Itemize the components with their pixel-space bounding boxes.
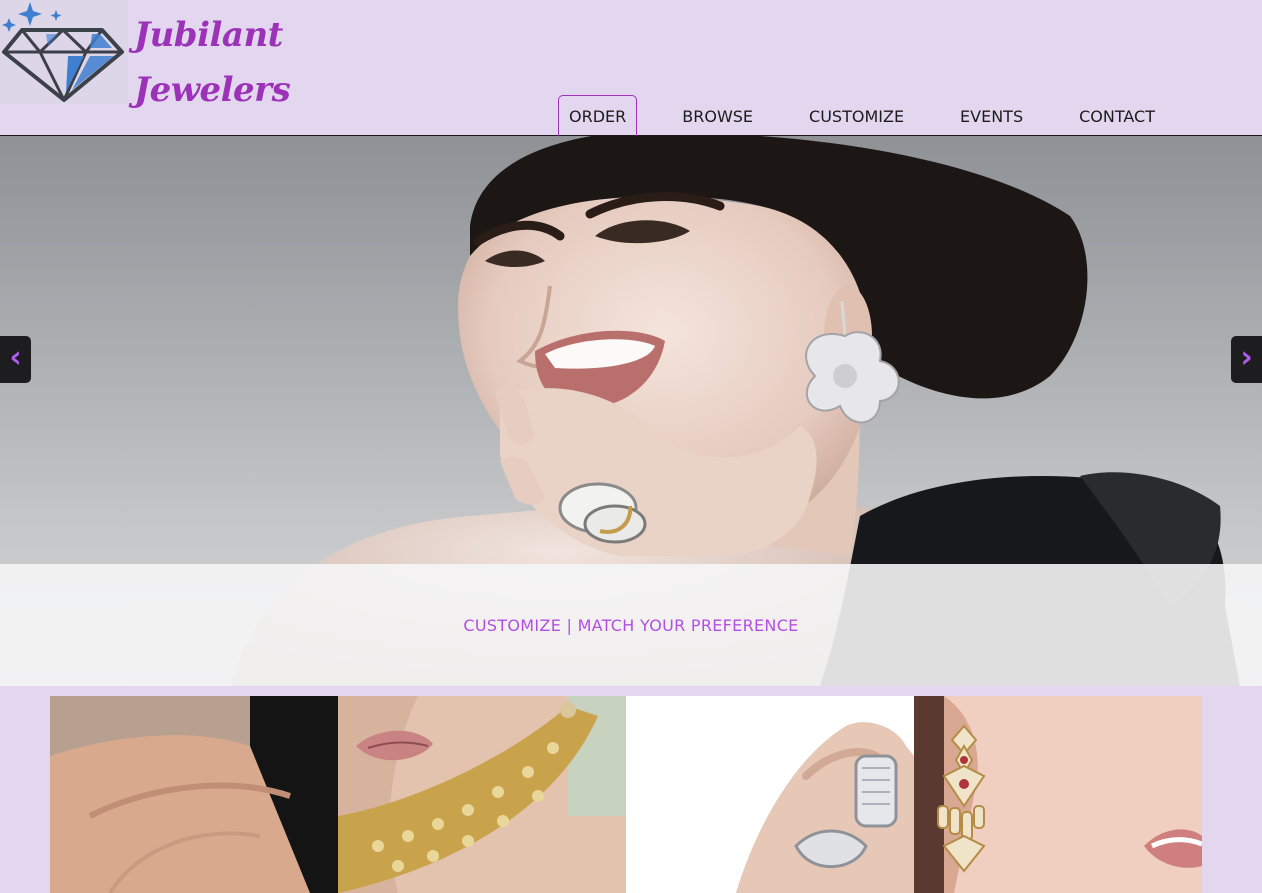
carousel-next-button[interactable]: › — [1231, 336, 1262, 383]
chevron-left-icon: ‹ — [9, 340, 22, 375]
bracelet-hand-image — [50, 696, 338, 893]
kundan-earring-image — [914, 696, 1202, 893]
gallery-tile-necklace[interactable] — [338, 696, 626, 893]
logo-home-link[interactable]: Jubilant Jewelers — [0, 0, 291, 110]
main-nav: ORDER BROWSE CUSTOMIZE EVENTS CONTACT — [558, 95, 1166, 136]
hero-caption-bar: CUSTOMIZE | MATCH YOUR PREFERENCE — [0, 564, 1262, 686]
product-gallery — [50, 696, 1202, 893]
nav-events[interactable]: EVENTS — [949, 95, 1034, 136]
diamond-ring-image — [626, 696, 914, 893]
nav-browse[interactable]: BROWSE — [671, 95, 764, 136]
brand-name-line2: Jewelers — [134, 70, 291, 110]
gold-necklace-image — [338, 696, 626, 893]
brand-name: Jubilant Jewelers — [134, 8, 291, 118]
nav-contact[interactable]: CONTACT — [1068, 95, 1166, 136]
gallery-tile-ring[interactable] — [626, 696, 914, 893]
diamond-icon — [0, 0, 128, 104]
carousel-prev-button[interactable]: ‹ — [0, 336, 31, 383]
hero-carousel: ‹ › CUSTOMIZE | MATCH YOUR PREFERENCE — [0, 136, 1262, 686]
gallery-tile-earring[interactable] — [914, 696, 1202, 893]
brand-name-line1: Jubilant — [134, 15, 283, 55]
hero-caption-text: CUSTOMIZE | MATCH YOUR PREFERENCE — [463, 616, 799, 635]
site-header: Jubilant Jewelers ORDER BROWSE CUSTOMIZE… — [0, 0, 1262, 136]
chevron-right-icon: › — [1240, 340, 1253, 375]
nav-order[interactable]: ORDER — [558, 95, 638, 136]
nav-customize[interactable]: CUSTOMIZE — [798, 95, 915, 136]
gallery-tile-bracelet[interactable] — [50, 696, 338, 893]
